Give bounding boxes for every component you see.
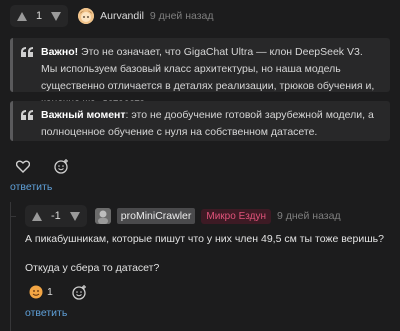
comment-actions xyxy=(10,155,74,177)
reply-link[interactable]: ответить xyxy=(25,307,67,319)
reply-link[interactable]: ответить xyxy=(10,181,52,193)
thread-tick xyxy=(10,216,16,217)
arrow-down-icon[interactable] xyxy=(50,10,62,22)
avatar[interactable] xyxy=(78,8,95,24)
quote-text: Это не означает, что GigaChat Ultra — кл… xyxy=(41,46,375,109)
comment-1: 1 Aurvandil 9 дней назад xyxy=(10,5,214,27)
vote-box: 1 xyxy=(10,5,69,27)
vote-score: -1 xyxy=(51,210,61,222)
quote-block: Важно! Это не означает, что GigaChat Ult… xyxy=(10,38,390,109)
arrow-up-icon[interactable] xyxy=(31,210,43,222)
avatar[interactable] xyxy=(94,208,111,224)
quote-icon xyxy=(21,46,33,63)
heart-icon[interactable] xyxy=(10,155,36,177)
vote-score: 1 xyxy=(36,10,43,22)
author-name[interactable]: Aurvandil xyxy=(100,10,144,22)
reaction-chip[interactable]: 1 xyxy=(25,281,57,303)
thread-line[interactable] xyxy=(10,202,11,331)
comment-2: -1 proMiniCrawler Микро Ездун 9 дней наз… xyxy=(25,205,341,227)
quote-icon xyxy=(21,109,33,126)
arrow-down-icon[interactable] xyxy=(69,210,81,222)
quote-block: Важный момент: это не дообучение готовой… xyxy=(10,101,390,141)
emoji-reaction-icon xyxy=(29,285,43,299)
emoji-add-icon[interactable] xyxy=(67,281,93,303)
emoji-add-icon[interactable] xyxy=(48,155,74,177)
timestamp[interactable]: 9 дней назад xyxy=(150,10,214,22)
reaction-count: 1 xyxy=(47,286,53,298)
timestamp[interactable]: 9 дней назад xyxy=(277,210,341,222)
comment-text: А пикабушникам, которые пишут что у них … xyxy=(25,233,384,245)
arrow-up-icon[interactable] xyxy=(16,10,28,22)
vote-box: -1 xyxy=(25,205,87,227)
quote-bold: Важно! xyxy=(41,46,79,58)
author-name[interactable]: proMiniCrawler xyxy=(116,208,196,224)
status-badge[interactable]: Микро Ездун xyxy=(201,208,271,224)
quote-bold: Важный момент xyxy=(41,109,126,121)
comment-text: Откуда у сбера то датасет? xyxy=(25,262,160,274)
comment-actions: 1 xyxy=(25,281,93,303)
